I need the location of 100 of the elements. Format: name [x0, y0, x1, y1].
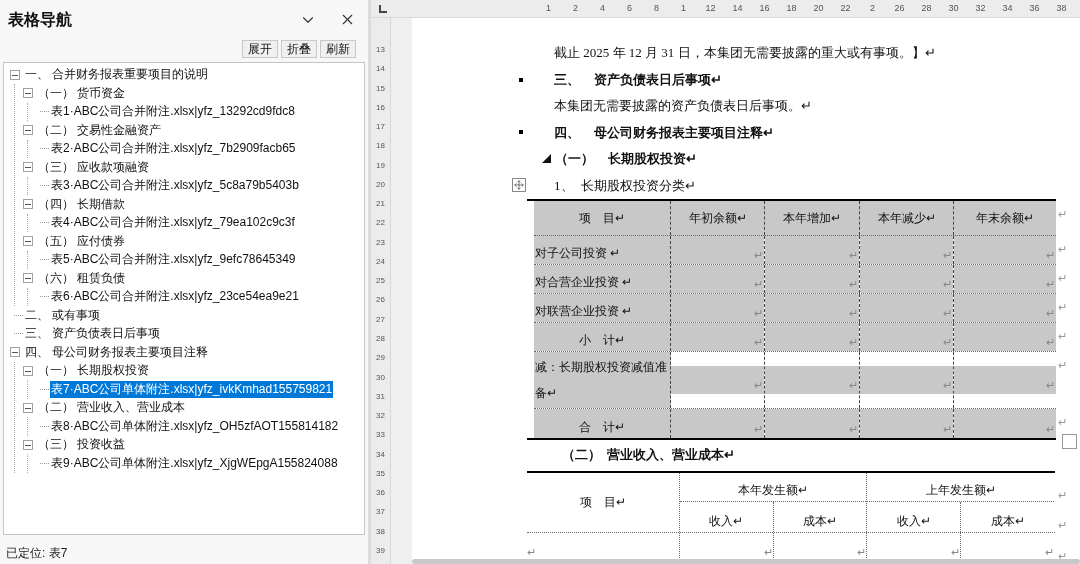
ruler-number: 28 [376, 333, 385, 345]
tree-item[interactable]: （一） 长期股权投资 [37, 362, 151, 380]
table-cell: ↵ [954, 293, 1056, 322]
ruler-number: 2 [869, 1, 876, 15]
row-end-mark: ↵ [1058, 487, 1068, 503]
table-cell: ↵ [671, 293, 764, 322]
ruler-number: 25 [376, 275, 385, 288]
ruler-number: 30 [376, 371, 385, 384]
toolbar-button[interactable]: 刷新 [320, 39, 356, 58]
table-cell: ↵ [954, 264, 1056, 293]
table-cell: 小 计↵ [534, 322, 671, 351]
ruler-number: 38 [1055, 1, 1068, 15]
ruler-number: 34 [1001, 1, 1014, 15]
table-cell: ↵ [954, 365, 1056, 394]
table-cell: ↵ [671, 322, 764, 351]
ruler-number: 1 [680, 1, 687, 15]
tree-item[interactable]: 表7·ABC公司单体附注.xlsx|yfz_ivkKmhad155759821 [50, 380, 334, 398]
ruler-number: 16 [376, 101, 385, 114]
tree-item[interactable]: 四、 母公司财务报表主要项目注释 [24, 343, 210, 361]
ruler-number: 39 [376, 544, 385, 557]
collapse-icon[interactable] [23, 199, 33, 210]
table-resize-handle-icon[interactable] [1062, 434, 1077, 449]
table-cell: ↵ [765, 293, 859, 322]
collapse-icon[interactable] [10, 69, 20, 80]
table-cell: ↵ [860, 264, 953, 293]
ruler-number: 18 [785, 1, 798, 15]
table-cell: ↵ [671, 235, 764, 264]
horizontal-scrollbar[interactable] [412, 559, 1080, 564]
paragraph: 截止 2025 年 12 月 31 日，本集团无需要披露的重大或有事项。】↵ [554, 44, 936, 63]
row-end-mark: ↵ [1058, 271, 1067, 284]
collapse-icon[interactable] [23, 125, 33, 136]
tab-stop-icon[interactable] [379, 4, 387, 13]
tree-item[interactable]: 一、 合并财务报表重要项目的说明 [24, 66, 210, 84]
tree-item[interactable]: 表5·ABC公司合并附注.xlsx|yfz_9efc78645349 [50, 251, 297, 269]
tree-item[interactable]: 表9·ABC公司单体附注.xlsx|yfz_XjgWEpgA155824088 [50, 454, 339, 472]
ruler-number: 14 [731, 1, 744, 15]
tree-item[interactable]: （一） 货币资金 [37, 84, 127, 102]
caption-number: 1、 [554, 176, 575, 195]
ruler-number: 31 [376, 390, 385, 403]
tree-item[interactable]: 表2·ABC公司合并附注.xlsx|yfz_7b2909facb65 [50, 140, 297, 158]
ruler-number: 12 [704, 1, 717, 15]
table-cell: ↵ [860, 365, 953, 394]
tree-item[interactable]: （三） 投资收益 [37, 436, 127, 454]
ruler-number: 18 [376, 140, 385, 153]
row-end-mark: ↵ [1058, 518, 1068, 533]
table-cell: ↵ [765, 408, 859, 438]
ruler-number: 22 [376, 217, 385, 230]
move-handle-icon[interactable] [512, 178, 526, 193]
tree-item[interactable]: （三） 应收款项融资 [37, 158, 151, 176]
table-cell: ↵ [671, 365, 764, 394]
tree-item[interactable]: 表8·ABC公司单体附注.xlsx|yfz_OH5zfAOT155814182 [50, 417, 340, 435]
ruler-number: 36 [376, 487, 385, 500]
collapse-icon[interactable] [23, 439, 33, 450]
ruler-number: 13 [376, 44, 385, 56]
collapse-icon[interactable] [23, 365, 33, 376]
ruler-number: 28 [920, 1, 933, 15]
ruler-number: 27 [376, 313, 385, 326]
table-header-cell: 收入↵ [680, 502, 774, 532]
tree-item[interactable]: （六） 租赁负债 [37, 269, 127, 287]
table-header-cell-text: 年末余额↵ [975, 209, 1035, 227]
collapse-icon[interactable] [23, 273, 33, 284]
collapse-icon[interactable] [23, 88, 33, 99]
collapse-icon[interactable] [23, 162, 33, 173]
row-end-mark: ↵ [1058, 358, 1067, 371]
tree-item[interactable]: （五） 应付债券 [37, 232, 127, 250]
table-header-cell: 本年发生额↵ [680, 472, 866, 503]
table-cell: ↵ [954, 235, 1056, 264]
table-header-cell: 本年减少↵ [860, 200, 954, 235]
ruler-number: 4 [599, 1, 606, 15]
panel-title: 表格导航 [8, 9, 73, 30]
collapse-icon[interactable] [23, 236, 33, 247]
table-cell: ↵ [671, 408, 764, 438]
table-cell: 对联营企业投资 ↵ [534, 293, 671, 322]
tree-item[interactable]: 三、 资产负债表日后事项 [24, 325, 162, 343]
ruler-number: 20 [812, 1, 825, 15]
tree-item[interactable]: （四） 长期借款 [37, 195, 127, 213]
ruler-number: 26 [893, 1, 906, 15]
ruler-number: 2 [572, 1, 579, 15]
ruler-number: 22 [839, 1, 852, 15]
ruler-number: 34 [376, 448, 385, 461]
collapse-icon[interactable] [23, 402, 33, 413]
heading-number: 三、 [554, 70, 581, 89]
tree-item[interactable]: 表4·ABC公司合并附注.xlsx|yfz_79ea102c9c3f [50, 214, 296, 232]
table-header-cell: 收入↵ [867, 502, 961, 532]
ruler-number: 17 [376, 121, 385, 134]
tree-item[interactable]: （二） 营业收入、营业成本 [37, 399, 187, 417]
collapse-triangle-icon[interactable] [542, 154, 551, 164]
tree-item[interactable]: （二） 交易性金融资产 [37, 121, 163, 139]
heading-number: （二） [562, 446, 602, 465]
row-end-mark: ↵ [1058, 242, 1067, 255]
table-cell: ↵ [954, 408, 1056, 438]
table-cell: 对子公司投资 ↵ [534, 235, 671, 264]
toolbar-button[interactable]: 展开 [242, 39, 278, 58]
tree-item[interactable]: 表3·ABC公司合并附注.xlsx|yfz_5c8a79b5403b [50, 177, 300, 195]
table-cell: ↵ [765, 235, 859, 264]
tree-item[interactable]: 表6·ABC公司合并附注.xlsx|yfz_23ce54ea9e21 [50, 288, 300, 306]
collapse-icon[interactable] [10, 347, 20, 358]
tree-item[interactable]: 二、 或有事项 [24, 306, 102, 324]
toolbar-button[interactable]: 折叠 [281, 39, 317, 58]
tree-item[interactable]: 表1·ABC公司合并附注.xlsx|yfz_13292cd9fdc8 [50, 103, 296, 121]
